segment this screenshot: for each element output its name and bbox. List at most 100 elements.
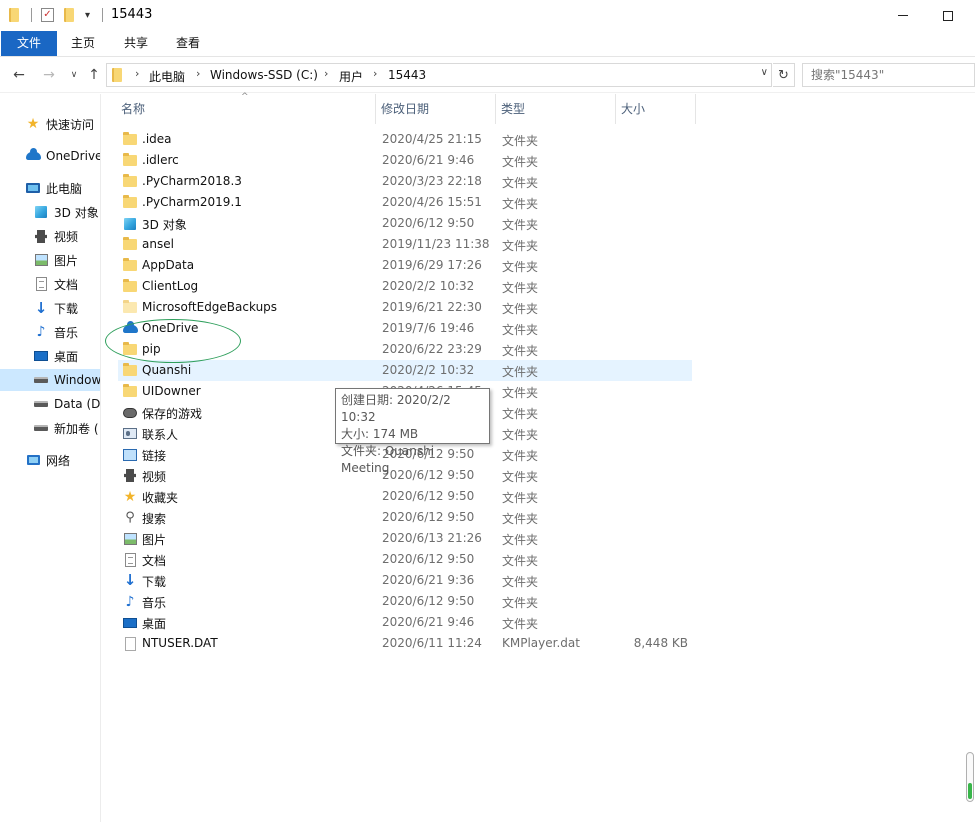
tab-file[interactable]: 文件 [1,31,57,56]
tab-share[interactable]: 共享 [114,31,158,56]
column-divider[interactable] [495,94,496,124]
file-name: AppData [142,258,195,272]
file-date: 2020/6/21 9:46 [382,615,475,629]
breadcrumb-drive[interactable]: Windows-SSD (C:) [210,68,318,82]
file-type: 文件夹 [502,239,539,253]
file-row[interactable]: 图片 2020/6/13 21:26 文件夹 [118,528,692,549]
column-header-name[interactable]: 名称 [117,94,377,124]
music-icon: ♪ [36,324,46,340]
scroll-indicator[interactable] [966,752,974,802]
sidebar-item-label: 新加卷 ( [54,421,99,436]
sidebar-item-videos[interactable]: 视频 [0,225,100,247]
sidebar-item-onedrive[interactable]: OneDrive [0,145,100,167]
recent-locations-chevron-icon[interactable]: ∨ [66,66,82,84]
address-bar[interactable]: › 此电脑 › Windows-SSD (C:) › 用户 › 15443 ∨ [106,63,772,87]
sidebar-item-new-volume[interactable]: 新加卷 ( [0,417,100,439]
sidebar-item-this-pc[interactable]: 此电脑 [0,177,100,199]
file-row[interactable]: ↓ 下载 2020/6/21 9:36 文件夹 [118,570,692,591]
breadcrumb-users[interactable]: 用户 [339,68,363,85]
sidebar-item-quick-access[interactable]: ★ 快速访问 [0,113,100,135]
file-row[interactable]: Quanshi 2020/2/2 10:32 文件夹 [118,360,692,381]
minimize-button[interactable] [880,0,926,31]
column-header-date[interactable]: 修改日期 [377,94,495,124]
column-divider[interactable] [695,94,696,124]
sidebar-item-downloads[interactable]: ↓ 下载 [0,297,100,319]
column-divider[interactable] [375,94,376,124]
file-date: 2019/11/23 11:38 [382,237,490,251]
sidebar-item-documents[interactable]: 文档 [0,273,100,295]
file-row[interactable]: ♪ 音乐 2020/6/12 9:50 文件夹 [118,591,692,612]
file-date: 2020/6/12 9:50 [382,594,475,608]
sidebar-item-windows-drive[interactable]: Window [0,369,101,391]
file-type: 文件夹 [502,302,539,316]
file-row[interactable]: AppData 2019/6/29 17:26 文件夹 [118,255,692,276]
maximize-button[interactable] [925,0,971,31]
file-type: 文件夹 [502,344,539,358]
sidebar-item-desktop[interactable]: 桌面 [0,345,100,367]
folder-icon [122,258,138,273]
file-row[interactable]: 文档 2020/6/12 9:50 文件夹 [118,549,692,570]
file-row[interactable]: NTUSER.DAT 2020/6/11 11:24 KMPlayer.dat 8,4… [118,633,692,654]
file-row[interactable]: .PyCharm2019.1 2020/4/26 15:51 文件夹 [118,192,692,213]
breadcrumb-chevron-icon[interactable]: › [196,67,200,80]
file-date: 2020/6/12 9:50 [382,510,475,524]
tab-home[interactable]: 主页 [62,31,104,56]
file-date: 2020/6/12 9:50 [382,552,475,566]
forward-arrow-icon[interactable]: → [41,66,57,84]
file-row[interactable]: .idea 2020/4/25 21:15 文件夹 [118,129,692,150]
folder-icon [122,363,138,378]
file-name: ClientLog [142,279,199,293]
customize-dropdown-icon[interactable]: ▾ [85,6,90,24]
sidebar-item-music[interactable]: ♪ 音乐 [0,321,100,343]
file-date: 2020/4/26 15:51 [382,195,482,209]
column-header-size[interactable]: 大小 [617,94,695,124]
breadcrumb-this-pc[interactable]: 此电脑 [149,68,185,85]
new-folder-icon[interactable] [64,6,74,24]
file-row[interactable]: 桌面 2020/6/21 9:46 文件夹 [118,612,692,633]
sidebar-item-label: 视频 [54,229,79,244]
file-name: .idlerc [142,153,179,167]
breadcrumb-chevron-icon[interactable]: › [135,67,139,80]
back-arrow-icon[interactable]: ← [11,66,27,84]
breadcrumb-chevron-icon[interactable]: › [373,67,377,80]
folder-tooltip: 创建日期: 2020/2/2 10:32 大小: 174 MB 文件夹: Qua… [335,388,490,475]
sidebar-item-3d-objects[interactable]: 3D 对象 [0,201,100,223]
file-row[interactable]: MicrosoftEdgeBackups 2019/6/21 22:30 文件夹 [118,297,692,318]
column-divider[interactable] [615,94,616,124]
sidebar-item-label: Window [54,373,101,387]
file-date: 2019/6/21 22:30 [382,300,482,314]
breadcrumb-current[interactable]: 15443 [388,68,426,82]
properties-icon[interactable]: ✓ [41,6,54,24]
folder-icon[interactable] [9,6,19,24]
file-row[interactable]: .idlerc 2020/6/21 9:46 文件夹 [118,150,692,171]
refresh-button[interactable]: ↻ [773,63,795,87]
file-row[interactable]: .PyCharm2018.3 2020/3/23 22:18 文件夹 [118,171,692,192]
file-date: 2020/6/11 11:24 [382,636,482,650]
file-row[interactable]: 3D 对象 2020/6/12 9:50 文件夹 [118,213,692,234]
search-input[interactable] [802,63,975,87]
up-arrow-icon[interactable]: ↑ [86,66,102,84]
file-date: 2020/6/22 23:29 [382,342,482,356]
column-header-type[interactable]: 类型 [497,94,615,124]
sidebar-item-pictures[interactable]: 图片 [0,249,100,271]
file-row[interactable]: ClientLog 2020/2/2 10:32 文件夹 [118,276,692,297]
maximize-icon [943,10,953,21]
file-row[interactable]: ⚲ 搜索 2020/6/12 9:50 文件夹 [118,507,692,528]
file-name: 收藏夹 [142,491,179,505]
file-name: 联系人 [142,428,179,442]
file-row[interactable]: ansel 2019/11/23 11:38 文件夹 [118,234,692,255]
address-dropdown-chevron-icon[interactable]: ∨ [761,67,768,78]
search-icon: ⚲ [125,510,135,525]
tab-view[interactable]: 查看 [166,31,210,56]
file-name: NTUSER.DAT [142,636,218,650]
sidebar-item-network[interactable]: 网络 [0,449,100,471]
breadcrumb-chevron-icon[interactable]: › [324,67,328,80]
file-type: 文件夹 [502,218,539,232]
star-icon: ★ [123,488,137,505]
cube-icon [122,216,138,231]
file-name: 文档 [142,554,167,568]
file-row[interactable]: ★ 收藏夹 2020/6/12 9:50 文件夹 [118,486,692,507]
file-type: 文件夹 [502,449,539,463]
sidebar-item-data-drive[interactable]: Data (D: [0,393,101,415]
sidebar-item-label: Data (D: [54,397,101,411]
